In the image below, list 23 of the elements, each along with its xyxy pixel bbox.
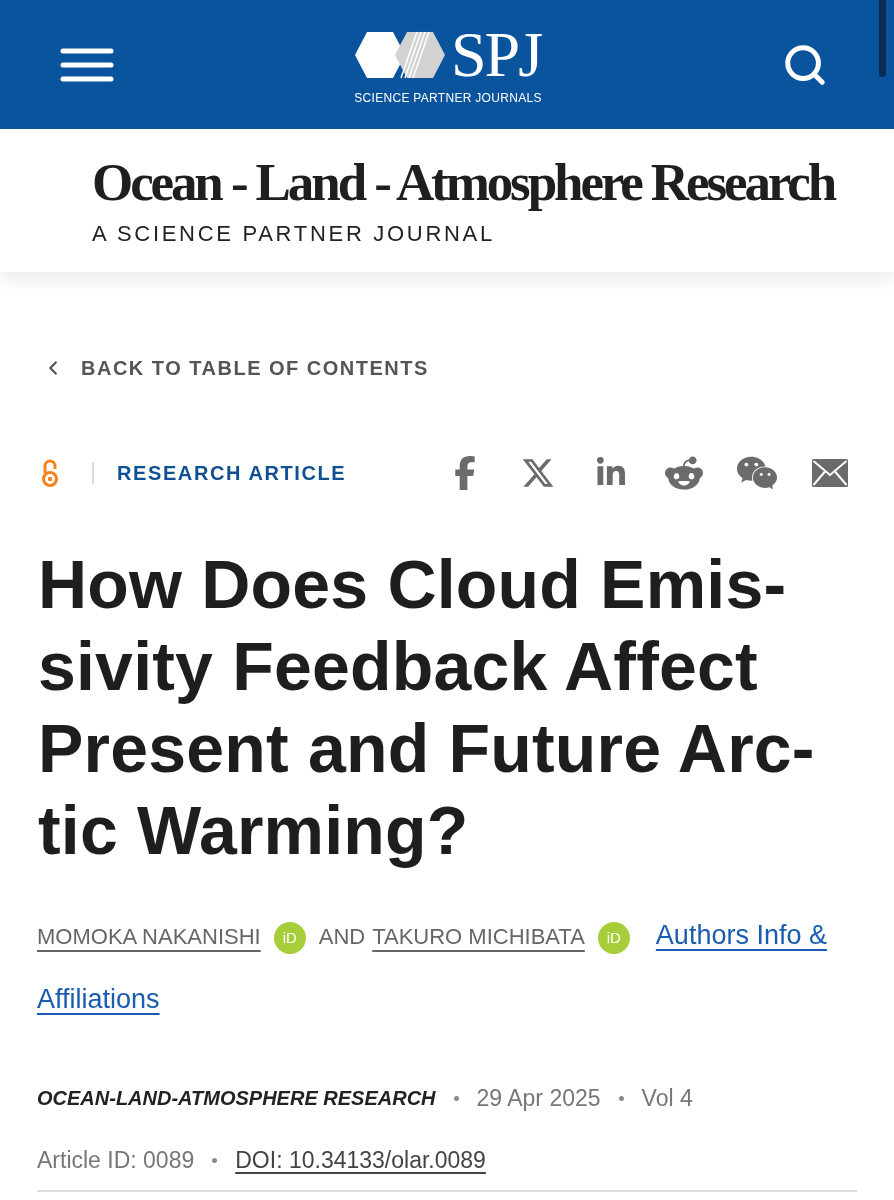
author-name[interactable]: TAKURO MICHIBATA <box>372 924 585 949</box>
journal-title[interactable]: Ocean - Land - Atmosphere Research <box>92 151 835 213</box>
logo-wordmark: SPJ <box>450 28 542 81</box>
scrollbar-thumb[interactable] <box>879 0 886 77</box>
publication-date: 29 Apr 2025 <box>476 1084 601 1112</box>
authors-info-link[interactable]: Affiliations <box>37 984 160 1014</box>
hexagon-logo-icon <box>354 30 445 79</box>
doi-link[interactable]: DOI: 10.34133/olar.0089 <box>235 1146 486 1174</box>
article-type-label: RESEARCH ARTICLE <box>117 461 347 485</box>
authors-info-link[interactable]: Authors Info & <box>655 920 827 950</box>
article-title: How Does Cloud Emis-sivity Feedback Affect Present and Future Arc-tic Warming? <box>38 545 816 870</box>
x-logo-icon[interactable] <box>520 456 555 490</box>
author-conjunction: AND <box>318 924 366 949</box>
journal-subtitle: A SCIENCE PARTNER JOURNAL <box>92 221 495 247</box>
back-link[interactable]: BACK TO TABLE OF CONTENTS <box>42 356 429 380</box>
menu-icon[interactable] <box>60 47 114 82</box>
mail-icon[interactable] <box>811 459 848 487</box>
logo-caption: SCIENCE PARTNER JOURNALS <box>354 90 542 105</box>
volume-label: Vol 4 <box>641 1084 693 1112</box>
author-name[interactable]: MOMOKA NAKANISHI <box>37 924 261 949</box>
journal-name: OCEAN-LAND-ATMOSPHERE RESEARCH <box>37 1086 436 1110</box>
reddit-icon[interactable] <box>664 454 703 492</box>
article-id: Article ID: 0089 <box>37 1146 195 1174</box>
